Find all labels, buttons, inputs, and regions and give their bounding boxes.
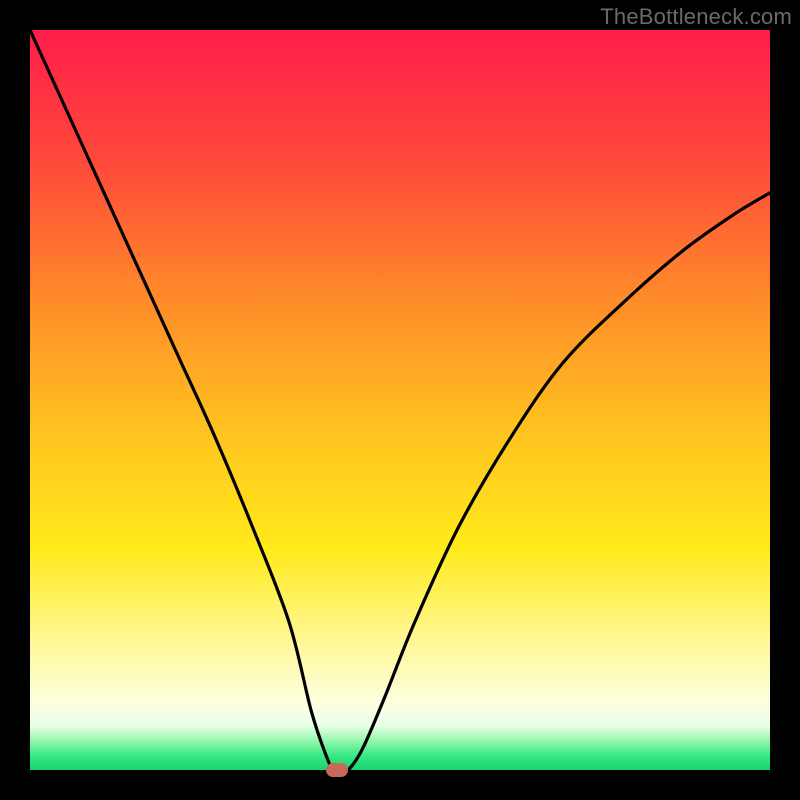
chart-frame: TheBottleneck.com: [0, 0, 800, 800]
minimum-marker: [326, 763, 348, 777]
plot-area: [30, 30, 770, 770]
bottleneck-curve: [30, 30, 770, 770]
watermark-text: TheBottleneck.com: [600, 4, 792, 30]
